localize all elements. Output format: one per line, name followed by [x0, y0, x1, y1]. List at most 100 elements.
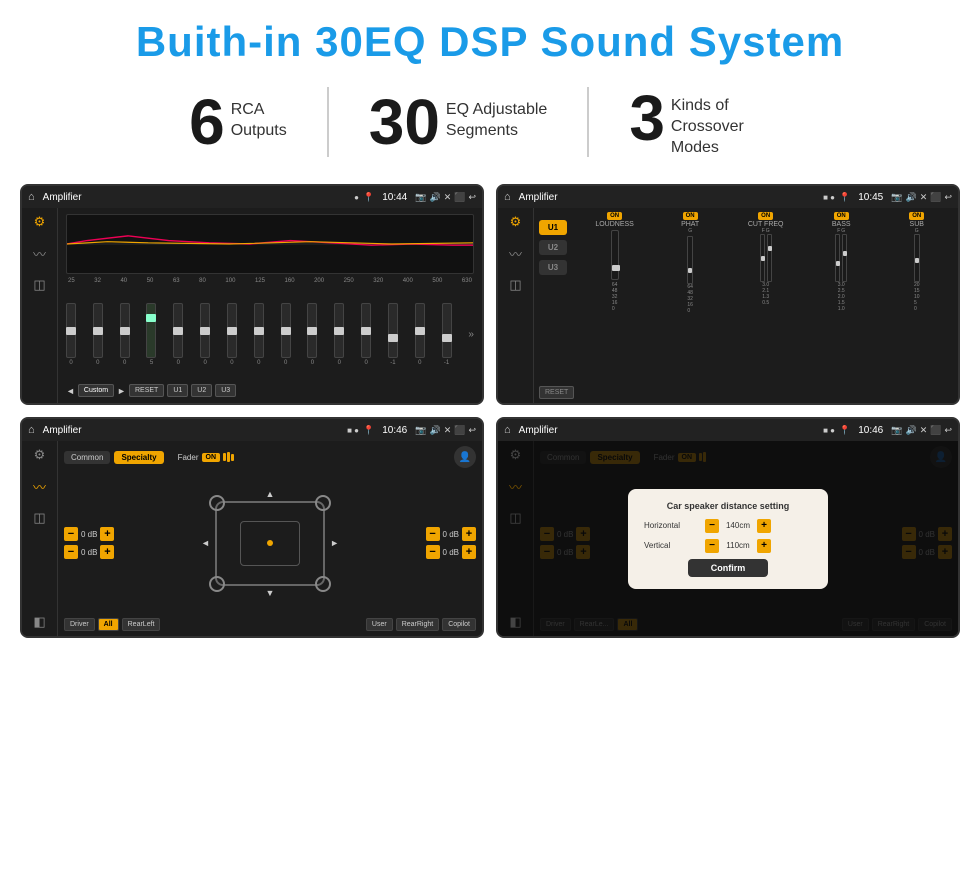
eq-slider-4[interactable]: 0	[173, 303, 183, 366]
ctrl-tr-minus[interactable]: −	[426, 527, 440, 541]
bass-on-badge[interactable]: ON	[834, 212, 849, 220]
eq-slider-14[interactable]: -1	[442, 303, 452, 366]
stat-eq-label: EQ AdjustableSegments	[446, 100, 547, 142]
crossover-sidebar-extra-icon[interactable]: ◧	[33, 614, 45, 630]
btn-copilot[interactable]: Copilot	[442, 618, 476, 631]
eq-slider-0[interactable]: 0	[66, 303, 76, 366]
btn-driver[interactable]: Driver	[64, 618, 95, 631]
stat-crossover-number: 3	[629, 86, 665, 150]
speaker-tr[interactable]	[315, 495, 331, 511]
dialog-horizontal-minus[interactable]: −	[705, 519, 719, 533]
loudness-slider[interactable]	[611, 230, 619, 280]
dsp-home-icon[interactable]: ⌂	[504, 191, 511, 203]
phat-slider[interactable]	[687, 236, 693, 284]
stat-crossover-label: Kinds ofCrossover Modes	[671, 96, 791, 158]
speaker-bl[interactable]	[209, 576, 225, 592]
status-dots: ●	[354, 193, 359, 202]
eq-slider-11[interactable]: 0	[361, 303, 371, 366]
channel-u3[interactable]: U3	[539, 260, 567, 275]
more-arrow[interactable]: »	[468, 329, 474, 340]
dialog-home-icon[interactable]: ⌂	[504, 424, 511, 436]
stat-crossover: 3 Kinds ofCrossover Modes	[589, 86, 831, 158]
prev-arrow[interactable]: ◄	[66, 386, 75, 396]
eq-slider-1[interactable]: 0	[93, 303, 103, 366]
eq-slider-7[interactable]: 0	[254, 303, 264, 366]
back-icon[interactable]: ↩	[468, 192, 476, 203]
fader-on-badge[interactable]: ON	[202, 453, 221, 462]
eq-slider-9[interactable]: 0	[307, 303, 317, 366]
btn-rearright[interactable]: RearRight	[396, 618, 440, 631]
cutfreq-f-slider[interactable]	[760, 234, 765, 282]
preset-u3[interactable]: U3	[215, 384, 236, 397]
btn-all[interactable]: All	[98, 618, 119, 631]
dialog-vertical-plus[interactable]: +	[757, 539, 771, 553]
ctrl-br-minus[interactable]: −	[426, 545, 440, 559]
dsp-sidebar-vol-icon[interactable]: ◫	[509, 277, 521, 293]
dialog-horizontal-plus[interactable]: +	[757, 519, 771, 533]
eq-slider-13[interactable]: 0	[415, 303, 425, 366]
dialog-location-icon: 📍	[839, 425, 850, 436]
page-header: Buith-in 30EQ DSP Sound System	[0, 0, 980, 76]
eq-slider-6[interactable]: 0	[227, 303, 237, 366]
crossover-sidebar-eq-icon[interactable]: ⚙	[34, 447, 46, 463]
settings-icon-btn[interactable]: 👤	[454, 446, 476, 468]
next-arrow[interactable]: ►	[117, 386, 126, 396]
crossover-home-icon[interactable]: ⌂	[28, 424, 35, 436]
dsp-back-icon[interactable]: ↩	[944, 192, 952, 203]
crossover-sidebar-wave-icon[interactable]: 〰	[33, 477, 46, 496]
sidebar-vol-icon[interactable]: ◫	[33, 277, 45, 293]
eq-slider-2[interactable]: 0	[120, 303, 130, 366]
dialog-back-icon[interactable]: ↩	[944, 425, 952, 436]
crossover-sidebar-vol-icon[interactable]: ◫	[33, 510, 45, 526]
ctrl-tr-plus[interactable]: +	[462, 527, 476, 541]
preset-u1[interactable]: U1	[167, 384, 188, 397]
sub-on-badge[interactable]: ON	[909, 212, 924, 220]
bass-sliders	[835, 234, 847, 282]
freq-200: 200	[314, 278, 324, 284]
phat-on-badge[interactable]: ON	[683, 212, 698, 220]
eq-slider-3[interactable]: 5	[146, 303, 156, 366]
tab-specialty[interactable]: Specialty	[114, 451, 163, 464]
loudness-on-badge[interactable]: ON	[607, 212, 622, 220]
dsp-sidebar-eq-icon[interactable]: ⚙	[510, 214, 522, 230]
preset-u2[interactable]: U2	[191, 384, 212, 397]
tab-common[interactable]: Common	[64, 451, 110, 464]
channel-u2[interactable]: U2	[539, 240, 567, 255]
dialog-vertical-minus[interactable]: −	[705, 539, 719, 553]
fader-bars	[223, 452, 234, 462]
ctrl-bl-minus[interactable]: −	[64, 545, 78, 559]
bass-g-slider[interactable]	[842, 234, 847, 282]
sidebar-eq-icon[interactable]: ⚙	[34, 214, 46, 230]
ctrl-br-plus[interactable]: +	[462, 545, 476, 559]
ctrl-tl-plus[interactable]: +	[100, 527, 114, 541]
crossover-window-icon: ⬛	[454, 425, 465, 436]
preset-reset[interactable]: RESET	[129, 384, 164, 397]
cutfreq-g-slider[interactable]	[767, 234, 772, 282]
sidebar-wave-icon[interactable]: 〰	[33, 244, 46, 263]
eq-slider-5[interactable]: 0	[200, 303, 210, 366]
car-diagram: ◄ ► ▲ ▼	[118, 471, 421, 615]
btn-rearleft[interactable]: RearLeft	[122, 618, 161, 631]
crossover-volume-icon: 🔊	[429, 425, 440, 436]
dsp-sidebar: ⚙ 〰 ◫	[498, 208, 534, 403]
crossover-back-icon[interactable]: ↩	[468, 425, 476, 436]
cutfreq-on-badge[interactable]: ON	[758, 212, 773, 220]
confirm-button[interactable]: Confirm	[688, 559, 768, 577]
sub-slider[interactable]	[914, 234, 920, 282]
speaker-br[interactable]	[315, 576, 331, 592]
channel-u1[interactable]: U1	[539, 220, 567, 235]
preset-custom[interactable]: Custom	[78, 384, 114, 397]
eq-slider-8[interactable]: 0	[281, 303, 291, 366]
eq-slider-12[interactable]: -1	[388, 303, 398, 366]
dialog-vertical-ctrl: − 110cm +	[705, 539, 771, 553]
bass-f-slider[interactable]	[835, 234, 840, 282]
ctrl-bl-plus[interactable]: +	[100, 545, 114, 559]
btn-user[interactable]: User	[366, 618, 393, 631]
module-phat: ON PHAT G 644832160	[654, 212, 727, 399]
dsp-sidebar-wave-icon[interactable]: 〰	[509, 244, 522, 263]
home-icon[interactable]: ⌂	[28, 191, 35, 203]
speaker-tl[interactable]	[209, 495, 225, 511]
eq-slider-10[interactable]: 0	[334, 303, 344, 366]
ctrl-tl-minus[interactable]: −	[64, 527, 78, 541]
dsp-reset-btn[interactable]: RESET	[539, 386, 574, 399]
